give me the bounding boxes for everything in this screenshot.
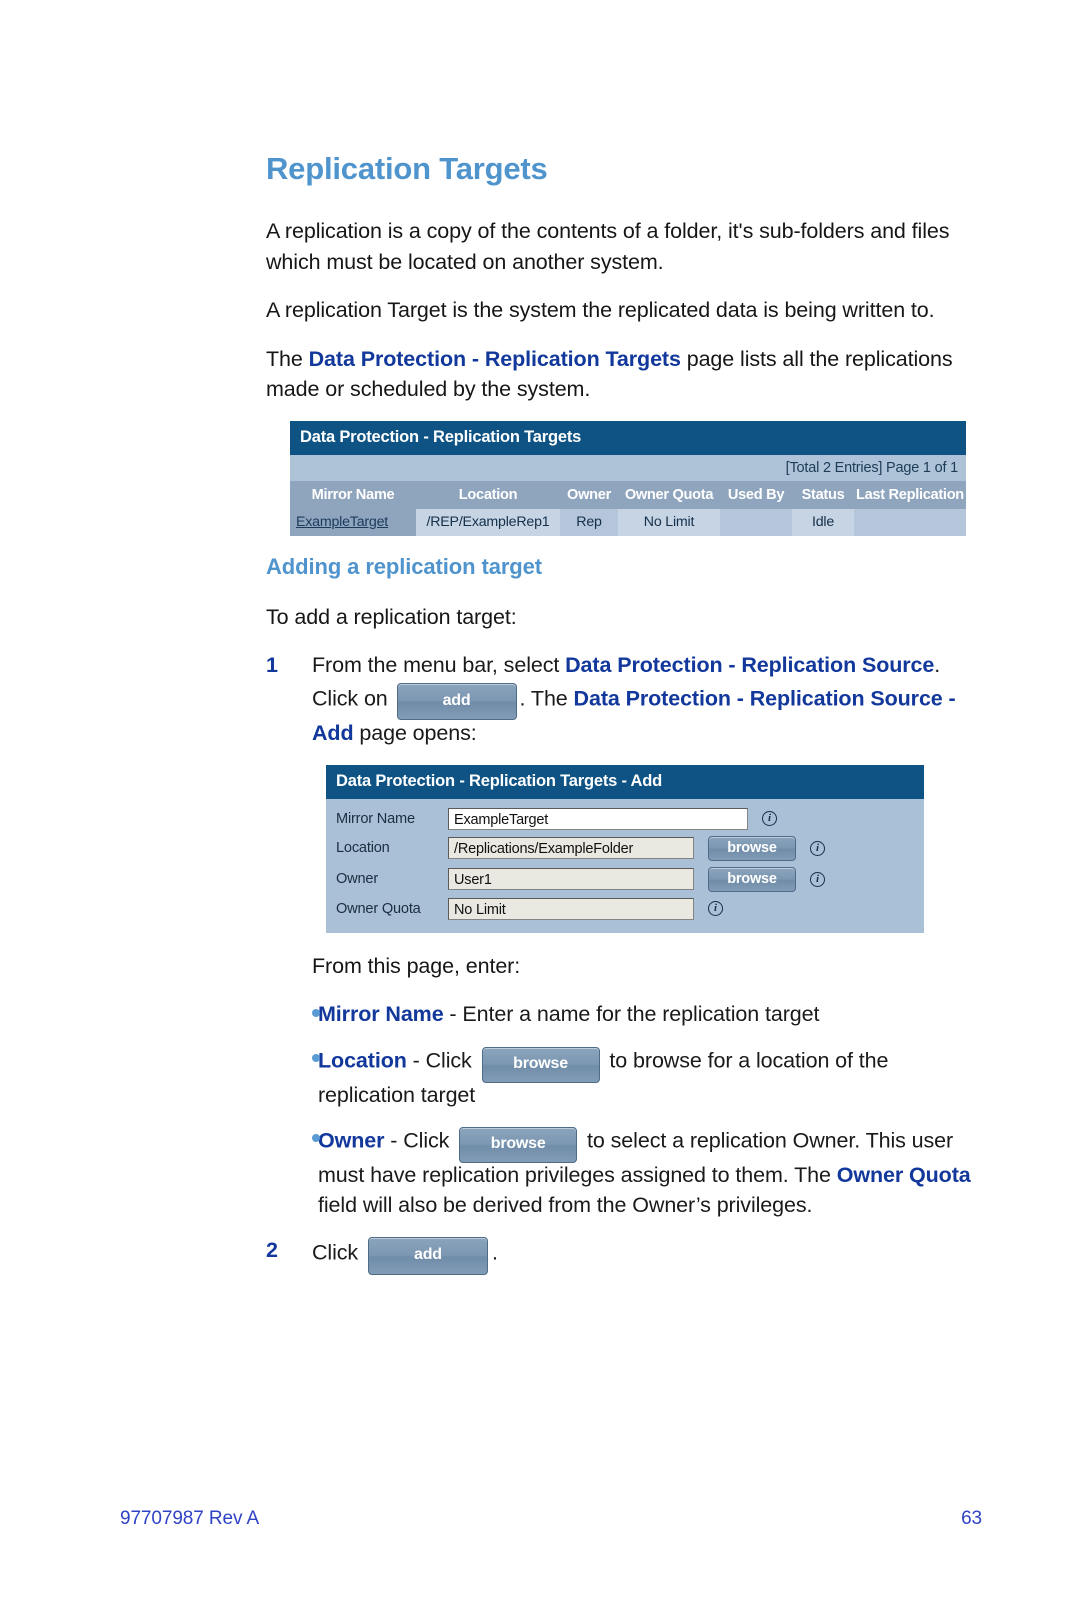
location-browse-button[interactable]: browse <box>708 835 796 861</box>
step-1: 1 From the menu bar, select Data Protect… <box>266 650 980 749</box>
cell-last-replication-time <box>854 508 966 536</box>
bullet-location-body: Location - Click browse to browse for a … <box>318 1044 980 1110</box>
section-subheading: Adding a replication target <box>266 553 542 579</box>
enter-intro: From this page, enter: <box>312 953 521 978</box>
replication-targets-list-screenshot: Data Protection - Replication Targets [T… <box>290 420 1001 536</box>
list-window-titlebar: Data Protection - Replication Targets <box>290 420 966 455</box>
paragraph-2: A replication Target is the system the r… <box>266 298 935 323</box>
column-header-mirror-name: Mirror Name <box>311 486 395 503</box>
paragraph-3-pre: The <box>266 346 309 371</box>
step-2-body: Click add. <box>312 1235 980 1275</box>
cell-status: Idle <box>792 508 854 536</box>
step-2-number: 2 <box>266 1237 278 1262</box>
cell-location: /REP/ExampleRep1 <box>416 508 560 536</box>
cell-owner: Rep <box>560 508 618 536</box>
owner-quota-input[interactable]: No Limit <box>448 897 694 920</box>
owner-input[interactable]: User1 <box>448 868 694 891</box>
page-footer: 97707987 Rev A 63 <box>120 1508 982 1530</box>
bullet-mirror-name-body: Mirror Name - Enter a name for the repli… <box>318 999 980 1030</box>
label-owner: Owner <box>336 871 378 888</box>
info-icon[interactable]: i <box>762 811 777 827</box>
form-window-titlebar: Data Protection - Replication Targets - … <box>326 764 924 799</box>
label-location: Location <box>336 840 390 857</box>
bullet-dot-icon <box>266 1044 320 1110</box>
step-1-menu-path: Data Protection - Replication Source <box>565 653 935 678</box>
add-button[interactable]: add <box>396 682 517 721</box>
page-title: Replication Targets <box>266 151 548 186</box>
column-header-owner: Owner <box>567 486 611 503</box>
label-mirror-name: Mirror Name <box>336 810 415 827</box>
bullet-location-term: Location <box>318 1048 407 1073</box>
label-owner-quota: Owner Quota <box>336 900 421 917</box>
step-2: 2 Click add. <box>266 1235 980 1275</box>
owner-browse-button[interactable]: browse <box>708 866 796 892</box>
step-2-text-b: . <box>491 1240 498 1265</box>
step-1-number: 1 <box>266 653 278 678</box>
column-header-last-replication-time: Last Replication Time <box>856 486 1001 503</box>
info-icon[interactable]: i <box>810 840 825 856</box>
column-header-owner-quota: Owner Quota <box>624 486 714 503</box>
form-row-location: Location /Replications/ExampleFolder bro… <box>326 833 924 864</box>
bullet-dot-icon <box>266 999 320 1030</box>
replication-targets-add-screenshot: Data Protection - Replication Targets - … <box>326 764 924 933</box>
intro-line: To add a replication target: <box>266 604 517 629</box>
document-page: Replication Targets A replication is a c… <box>0 0 1080 1619</box>
table-row: ExampleTarget /REP/ExampleRep1 Rep No Li… <box>290 508 966 536</box>
step-1-text-d: page opens: <box>353 721 477 746</box>
bullet-owner-text-c: field will also be derived from the Owne… <box>318 1193 813 1218</box>
column-header-used-by: Used By <box>727 486 785 503</box>
browse-button[interactable]: browse <box>459 1127 578 1163</box>
cell-used-by <box>720 508 792 536</box>
form-row-mirror-name: Mirror Name ExampleTarget i <box>326 805 924 833</box>
bullet-owner-text-a: - Click <box>384 1128 456 1153</box>
form-rows: Mirror Name ExampleTarget i Location /Re… <box>326 799 924 933</box>
column-header-status: Status <box>801 486 845 503</box>
bullet-dot-icon <box>266 1124 320 1221</box>
bullet-location: Location - Click browse to browse for a … <box>266 1044 980 1110</box>
info-icon[interactable]: i <box>810 871 825 887</box>
bullet-mirror-name-term: Mirror Name <box>318 1002 444 1027</box>
step-1-text-c: . The <box>519 686 574 711</box>
step-1-body: From the menu bar, select Data Protectio… <box>312 650 980 749</box>
footer-page-number: 63 <box>961 1508 982 1529</box>
content-column: Replication Targets A replication is a c… <box>266 151 1001 1277</box>
bullet-location-text-a: - Click <box>406 1048 478 1073</box>
bullet-mirror-name-text: - Enter a name for the replication targe… <box>443 1002 820 1027</box>
info-icon[interactable]: i <box>708 901 723 917</box>
step-2-text-a: Click <box>312 1240 364 1265</box>
paragraph-3-emphasis: Data Protection - Replication Targets <box>308 346 681 371</box>
footer-document-id: 97707987 Rev A <box>120 1508 260 1529</box>
paragraph-3: The Data Protection - Replication Target… <box>266 344 980 405</box>
browse-button[interactable]: browse <box>481 1046 600 1083</box>
list-pagination: [Total 2 Entries] Page 1 of 1 <box>290 454 966 481</box>
bullet-owner-quota-term: Owner Quota <box>836 1162 971 1187</box>
paragraph-1: A replication is a copy of the contents … <box>266 219 950 274</box>
list-column-header-row: Mirror Name Location Owner Owner Quota U… <box>290 480 1001 509</box>
cell-owner-quota: No Limit <box>618 508 720 536</box>
add-button[interactable]: add <box>367 1236 488 1275</box>
bullet-owner-body: Owner - Click browse to select a replica… <box>318 1124 980 1221</box>
form-row-owner: Owner User1 browse i <box>326 864 924 895</box>
bullet-owner: Owner - Click browse to select a replica… <box>266 1124 980 1221</box>
bullet-mirror-name: Mirror Name - Enter a name for the repli… <box>266 999 980 1030</box>
bullet-owner-term: Owner <box>318 1128 385 1153</box>
mirror-name-input[interactable]: ExampleTarget <box>448 807 748 830</box>
step-1-text-a: From the menu bar, select <box>312 653 566 678</box>
cell-mirror-name[interactable]: ExampleTarget <box>290 508 416 536</box>
column-header-location: Location <box>458 486 518 503</box>
form-row-owner-quota: Owner Quota No Limit i <box>326 895 924 923</box>
location-input[interactable]: /Replications/ExampleFolder <box>448 837 694 860</box>
